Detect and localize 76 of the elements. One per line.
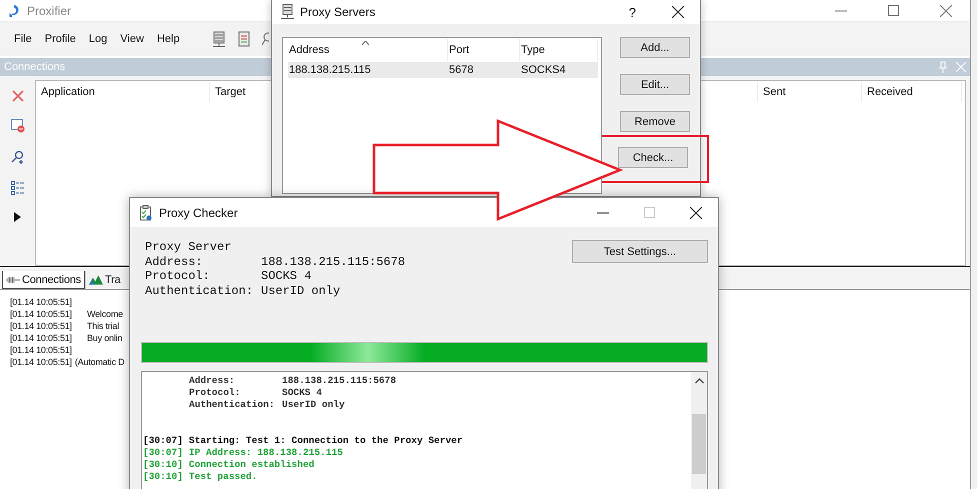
log-timestamp: [30:10] — [143, 471, 183, 483]
log-timestamp: [01.14 10:05:51] — [10, 297, 73, 309]
log-label: Address: — [189, 375, 236, 387]
table-cell-text: 188.138.215.115 — [288, 64, 372, 76]
column-header[interactable]: Port — [448, 39, 520, 61]
column-header[interactable]: Received — [862, 82, 962, 102]
search-icon[interactable] — [10, 150, 24, 164]
log-message: Buy onlin — [87, 333, 122, 345]
play-icon[interactable] — [14, 212, 21, 222]
maximize-icon[interactable] — [888, 5, 899, 16]
log-value: SOCKS 4 — [282, 387, 322, 399]
log-message: Connection established — [188, 459, 314, 471]
clipboard-icon — [140, 204, 152, 220]
log-timestamp: [01.14 10:05:51] — [10, 333, 73, 345]
log-value: UserID only — [282, 399, 345, 411]
tab[interactable]: Tra — [84, 271, 124, 289]
log-timestamp: [01.14 10:05:51] — [10, 345, 73, 357]
list-icon[interactable] — [10, 181, 24, 195]
server-icon[interactable] — [212, 30, 226, 48]
log-message: This trial — [87, 321, 120, 333]
info-label: Protocol: — [145, 269, 211, 284]
column-header[interactable]: Address — [288, 39, 448, 61]
log-timestamp: [30:07] — [143, 447, 183, 459]
panel-title: Connections — [4, 61, 66, 73]
menu-item[interactable]: Log — [88, 33, 108, 45]
dialog-button[interactable]: Add... — [620, 37, 690, 58]
log-timestamp: [30:07] — [143, 435, 183, 447]
info-value: 188.138.215.115:5678 — [261, 254, 406, 269]
window-title: Proxy Checker — [159, 206, 238, 220]
window-remove-icon[interactable] — [10, 119, 24, 133]
table-cell-text: 5678 — [448, 64, 474, 76]
log-message: Starting: Test 1: Connection to the Proxy Server — [188, 435, 463, 447]
menu-item[interactable]: View — [120, 33, 144, 45]
column-header[interactable]: Type — [520, 39, 598, 61]
log-message: IP Address: 188.138.215.115 — [188, 447, 343, 459]
close-icon[interactable] — [672, 6, 684, 18]
menu-item[interactable]: Help — [156, 33, 180, 45]
info-label: Address: — [145, 254, 204, 269]
log-message: (Automatic D — [74, 357, 124, 369]
dialog-button[interactable]: Remove — [620, 111, 690, 132]
proxy-row[interactable]: 188.138.215.115 5678 SOCKS4 — [288, 62, 598, 78]
column-header[interactable]: Application — [36, 82, 210, 102]
test-settings-button[interactable]: Test Settings... — [572, 240, 708, 263]
log-timestamp: [01.14 10:05:51] — [10, 309, 73, 321]
tab[interactable]: Connections — [2, 271, 85, 289]
log-timestamp: [01.14 10:05:51] — [10, 321, 73, 333]
maximize-icon — [644, 207, 655, 218]
log-message: Welcome — [87, 309, 123, 321]
menu-item[interactable]: Profile — [44, 33, 76, 45]
dialog-button[interactable]: Check... — [618, 147, 688, 168]
info-value: SOCKS 4 — [261, 269, 312, 284]
window-title: Proxifier — [27, 4, 72, 18]
table-cell-text: SOCKS4 — [520, 64, 567, 76]
log-message: Test passed. — [188, 471, 258, 483]
log-label: Authentication: — [189, 399, 276, 411]
app-logo-icon — [8, 4, 20, 18]
log-label: Protocol: — [189, 387, 242, 399]
scrollbar[interactable] — [691, 372, 707, 489]
minimize-icon[interactable] — [597, 212, 609, 214]
help-button[interactable]: ? — [628, 4, 636, 20]
log-value: 188.138.215.115:5678 — [282, 375, 396, 387]
document-icon[interactable] — [236, 30, 251, 48]
mountain-chart-icon — [88, 275, 103, 285]
menu-item[interactable]: File — [14, 33, 32, 45]
info-heading: Proxy Server — [145, 240, 232, 254]
info-value: UserID only — [261, 284, 340, 298]
log-timestamp: [01.14 10:05:51] — [10, 357, 72, 369]
log-timestamp: [30:10] — [143, 459, 183, 471]
window-title: Proxy Servers — [300, 5, 376, 19]
scroll-up-icon[interactable] — [694, 378, 704, 384]
column-header[interactable]: Sent — [758, 82, 862, 102]
info-label: Authentication: — [145, 284, 254, 298]
dialog-button[interactable]: Edit... — [620, 74, 690, 95]
close-icon[interactable] — [690, 206, 702, 218]
search-icon[interactable] — [262, 30, 269, 48]
server-icon — [281, 4, 294, 20]
